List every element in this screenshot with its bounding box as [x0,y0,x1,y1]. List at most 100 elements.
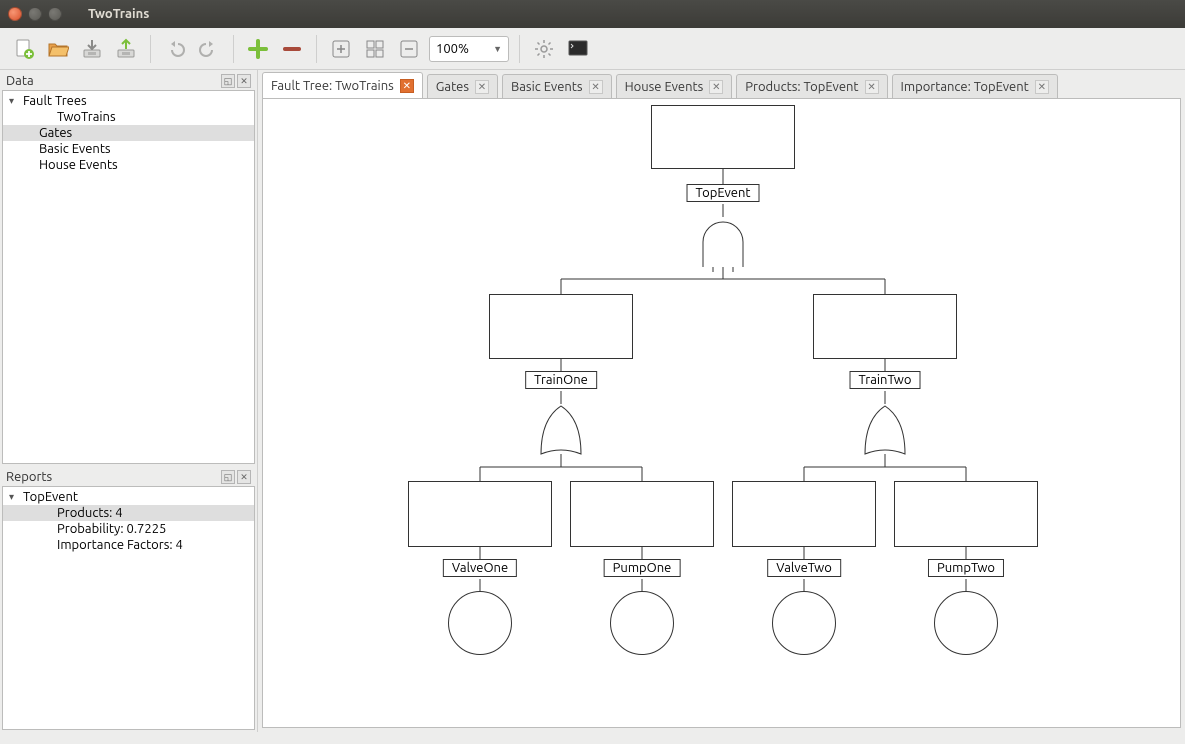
settings-button[interactable] [530,35,558,63]
tab-close-button[interactable]: ✕ [709,80,723,94]
tree-row-label: Gates [39,126,72,140]
add-element-button[interactable] [244,35,272,63]
diagram-canvas[interactable]: TopEvent TrainOne TrainTwo Val [262,98,1181,728]
tab-label: Products: TopEvent [745,80,858,94]
gate-label-trainone[interactable]: TrainOne [525,371,597,389]
reports-panel: Reports ◱ ✕ ▾ TopEvent Products: 4 Probabil… [2,468,255,730]
tab-close-button[interactable]: ✕ [400,79,414,93]
panel-detach-button[interactable]: ◱ [221,470,235,484]
zoom-value: 100% [436,42,469,56]
tab-close-button[interactable]: ✕ [589,80,603,94]
tree-row[interactable]: Basic Events [3,141,254,157]
main-area: Data ◱ ✕ ▾Fault TreesTwoTrainsGatesBasic… [0,70,1185,732]
new-file-button[interactable] [10,35,38,63]
tree-row-label: Basic Events [39,142,111,156]
event-description-box[interactable] [408,481,552,547]
save-button[interactable] [78,35,106,63]
tab-close-button[interactable]: ✕ [1035,80,1049,94]
gate-description-box[interactable] [651,105,795,169]
window-close-button[interactable] [8,7,22,21]
panel-close-button[interactable]: ✕ [237,470,251,484]
tab-label: Basic Events [511,80,583,94]
editor-tab[interactable]: Products: TopEvent ✕ [736,74,887,98]
redo-button[interactable] [195,35,223,63]
event-label-valveone[interactable]: ValveOne [443,559,517,577]
editor-tab[interactable]: Fault Tree: TwoTrains ✕ [262,72,423,99]
status-bar [0,732,1185,744]
panel-detach-button[interactable]: ◱ [221,74,235,88]
data-panel: Data ◱ ✕ ▾ Fault TreesTwoTrainsGates Basic… [2,72,255,464]
zoom-in-button[interactable] [327,35,355,63]
window-maximize-button[interactable] [48,7,62,21]
tab-close-button[interactable]: ✕ [865,80,879,94]
tree-row-label: Probability: 0.7225 [57,522,166,536]
editor-tab[interactable]: Importance: TopEvent ✕ [892,74,1058,98]
chevron-down-icon: ▼ [493,44,502,54]
data-panel-header: Data ◱ ✕ [2,72,255,90]
window-controls [8,7,62,21]
tree-row[interactable]: House Events [3,157,254,173]
zoom-fit-button[interactable] [361,35,389,63]
tab-label: Importance: TopEvent [901,80,1029,94]
save-as-button[interactable] [112,35,140,63]
zoom-select[interactable]: 100% ▼ [429,36,509,62]
tree-expand-icon[interactable]: ▾ [9,95,19,107]
editor-tab[interactable]: Gates ✕ [427,74,498,98]
basic-event-circle[interactable] [610,591,674,655]
tree-row[interactable]: Products: 4 [3,505,254,521]
event-label-valvetwo[interactable]: ValveTwo [767,559,841,577]
tab-bar: Fault Tree: TwoTrains✕Gates✕Basic Events… [258,70,1185,98]
basic-event-circle[interactable] [934,591,998,655]
tree-row[interactable]: Probability: 0.7225 [3,521,254,537]
data-panel-title: Data [6,74,34,88]
gate-label-traintwo[interactable]: TrainTwo [850,371,921,389]
toolbar-separator [316,35,317,63]
basic-event-circle[interactable] [772,591,836,655]
zoom-out-button[interactable] [395,35,423,63]
data-tree[interactable]: ▾ Fault TreesTwoTrainsGates Basic Events Ho… [2,90,255,464]
panel-close-button[interactable]: ✕ [237,74,251,88]
event-label-pumptwo[interactable]: PumpTwo [928,559,1004,577]
tree-row-label: House Events [39,158,118,172]
tree-row[interactable]: ▾ Fault Trees [3,93,254,109]
run-button[interactable] [564,35,592,63]
event-label-pumpone[interactable]: PumpOne [604,559,681,577]
or-gate-icon[interactable] [536,404,586,454]
tree-row-label: Products: 4 [57,506,123,520]
tree-expand-icon[interactable]: ▾ [9,491,19,503]
undo-button[interactable] [161,35,189,63]
gate-description-box[interactable] [489,294,633,359]
gate-description-box[interactable] [813,294,957,359]
window-minimize-button[interactable] [28,7,42,21]
editor-tab[interactable]: House Events✕ [616,74,733,98]
tree-row-label: Fault Trees [23,94,87,108]
reports-panel-header: Reports ◱ ✕ [2,468,255,486]
tab-close-button[interactable]: ✕ [475,80,489,94]
tree-row-label: Importance Factors: 4 [57,538,183,552]
tree-row[interactable]: TwoTrains [3,109,254,125]
tab-label: Fault Tree: TwoTrains [271,79,394,93]
event-description-box[interactable] [894,481,1038,547]
open-file-button[interactable] [44,35,72,63]
tab-label: Gates [436,80,469,94]
gate-label-topevent[interactable]: TopEvent [687,184,760,202]
event-description-box[interactable] [732,481,876,547]
basic-event-circle[interactable] [448,591,512,655]
tree-row[interactable]: Importance Factors: 4 [3,537,254,553]
remove-element-button[interactable] [278,35,306,63]
fault-tree-diagram: TopEvent TrainOne TrainTwo Val [263,99,1180,727]
editor-tab[interactable]: Basic Events ✕ [502,74,612,98]
tree-row[interactable]: ▾ TopEvent [3,489,254,505]
and-gate-icon[interactable] [698,217,748,267]
sidebar: Data ◱ ✕ ▾ Fault TreesTwoTrainsGates Basic… [0,70,258,732]
content-area: Fault Tree: TwoTrains✕Gates✕Basic Events… [258,70,1185,732]
or-gate-icon[interactable] [860,404,910,454]
event-description-box[interactable] [570,481,714,547]
reports-panel-title: Reports [6,470,52,484]
tree-row[interactable]: Gates [3,125,254,141]
main-toolbar: 100% ▼ [0,28,1185,70]
toolbar-separator [233,35,234,63]
tree-row-label: TopEvent [23,490,78,504]
reports-tree[interactable]: ▾ TopEvent Products: 4 Probability: 0.7225 I… [2,486,255,730]
toolbar-separator [150,35,151,63]
